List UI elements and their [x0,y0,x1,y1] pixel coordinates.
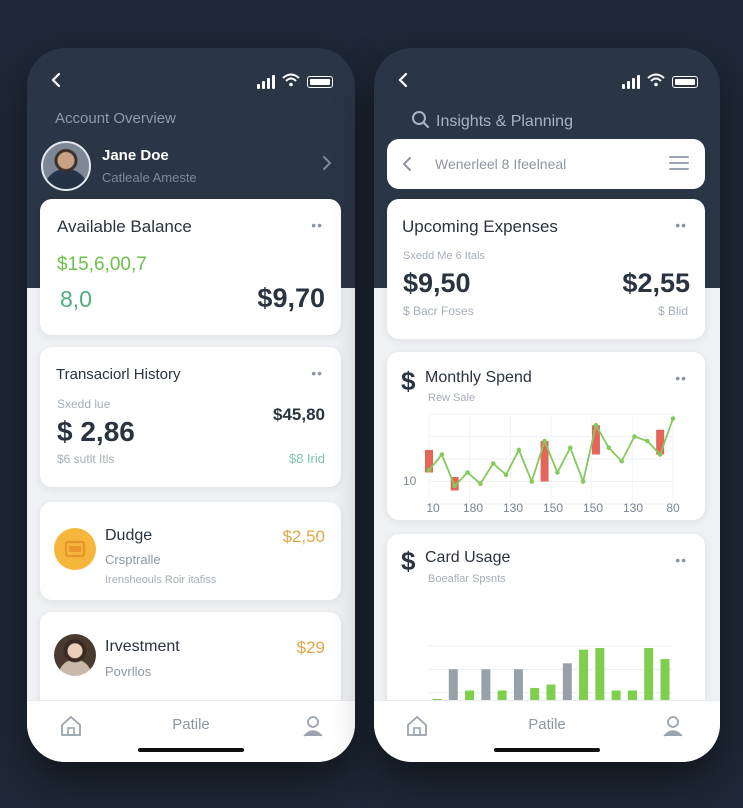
x-tick-label: 130 [623,501,643,515]
data-point [606,445,612,451]
transaction-right-foot: $8 Irid [288,451,325,466]
upcoming-sub: Sxedd Me 6 Itals [403,250,485,262]
list-item-budget[interactable]: Dudge Crsptralle Irensheouls Roir itafis… [40,502,341,600]
search-icon[interactable] [411,110,430,134]
home-indicator [138,748,244,752]
battery-icon [307,76,333,88]
investment-avatar [54,634,96,676]
user-icon[interactable] [661,714,685,743]
more-icon[interactable]: •• [311,217,323,233]
monthly-spend-chart: 10 10 180 130 150 150 130 80 [403,413,680,515]
data-point [555,470,560,475]
y-tick-label: 10 [403,474,417,488]
menu-icon[interactable] [669,155,689,176]
phone-left: Account Overview Jane Doe Catleale Amest… [27,48,355,762]
data-point [529,479,535,484]
battery-icon [672,76,698,88]
transaction-foot: $6 sutlt Itls [57,452,115,466]
search-text[interactable]: Wenerleel 8 Ifeelneal [435,156,566,172]
more-icon[interactable]: •• [311,365,323,381]
page-title: Insights & Planning [436,113,573,130]
data-point [567,445,573,451]
bottom-nav: Patile [27,700,355,762]
budget-sub2: Irensheouls Roir itafiss [105,574,217,586]
profile-name: Jane Doe [102,147,169,164]
more-icon[interactable]: •• [675,217,687,233]
budget-label: Dudge [105,527,153,544]
transaction-sub: Sxedd lue [57,397,111,411]
search-bar[interactable]: Wenerleel 8 Ifeelneal [387,139,705,189]
transaction-card[interactable]: Transaciorl History •• Sxedd lue $ 2,86 … [40,347,341,487]
budget-icon [54,528,96,570]
back-icon[interactable] [49,72,63,93]
data-point [670,416,676,421]
status-bar [49,70,333,94]
x-tick-label: 10 [426,501,440,515]
x-tick-label: 130 [503,501,523,515]
profile-row[interactable]: Jane Doe Catleale Ameste [41,141,197,191]
wifi-icon [647,73,665,92]
balance-title: Available Balance [57,217,192,236]
chevron-right-icon[interactable] [321,155,333,176]
avatar [41,141,91,191]
upcoming-foot-left: $ Bacr Foses [403,304,474,318]
balance-card[interactable]: Available Balance •• $15,6,00,7 8,0 $9,7… [40,199,341,335]
data-point [632,434,637,439]
x-tick-label: 180 [463,501,483,515]
upcoming-amount-right: $2,55 [622,268,690,298]
x-tick-label: 80 [666,501,680,515]
transaction-amount: $ 2,86 [57,416,135,447]
wifi-icon [282,73,300,92]
data-point [516,447,522,453]
budget-amount: $2,50 [282,527,325,546]
bottom-nav: Patile [374,700,720,762]
balance-green-amount: $15,6,00,7 [57,254,147,275]
data-point [619,458,624,464]
data-point [503,472,509,478]
data-point [439,452,445,457]
x-tick-label: 150 [543,501,563,515]
data-point [478,481,483,487]
investment-sub: Povrllos [105,664,152,679]
upcoming-foot-right: $ Blid [657,304,688,318]
phone-right: Insights & Planning Wenerleel 8 Ifeelnea… [374,48,720,762]
data-point [657,452,663,457]
home-indicator [494,748,600,752]
page-title: Account Overview [55,110,176,127]
back-icon[interactable] [396,72,410,93]
transaction-title: Transaciorl History [56,366,181,383]
signal-icon [257,75,275,89]
chevron-left-icon[interactable] [402,156,412,177]
data-point [452,483,457,489]
data-point [645,438,650,444]
user-icon[interactable] [301,714,325,743]
upcoming-expenses-card[interactable]: Upcoming Expenses •• Sxedd Me 6 Itals $9… [387,199,705,339]
monthly-spend-card[interactable]: $ Monthly Spend •• Rew Sale 10 10 180 130 15… [387,352,705,520]
investment-label: Irvestment [105,638,180,655]
signal-icon [622,75,640,89]
balance-small-amount: 8,0 [60,286,92,312]
upcoming-amount-left: $9,50 [403,268,471,298]
data-point [593,422,599,428]
data-point [465,470,470,475]
data-point [580,479,586,484]
insights-header: Insights & Planning [411,110,573,134]
data-point [490,461,496,466]
x-tick-label: 150 [583,501,603,515]
data-point [542,438,547,444]
status-bar [396,70,698,94]
budget-sub1: Crsptralle [105,552,161,567]
upcoming-title: Upcoming Expenses [402,217,558,236]
balance-big-amount: $9,70 [257,283,325,313]
investment-amount: $29 [296,638,325,657]
data-point [426,467,432,473]
transaction-right-amount: $45,80 [273,405,325,424]
profile-subtitle: Catleale Ameste [102,170,197,185]
